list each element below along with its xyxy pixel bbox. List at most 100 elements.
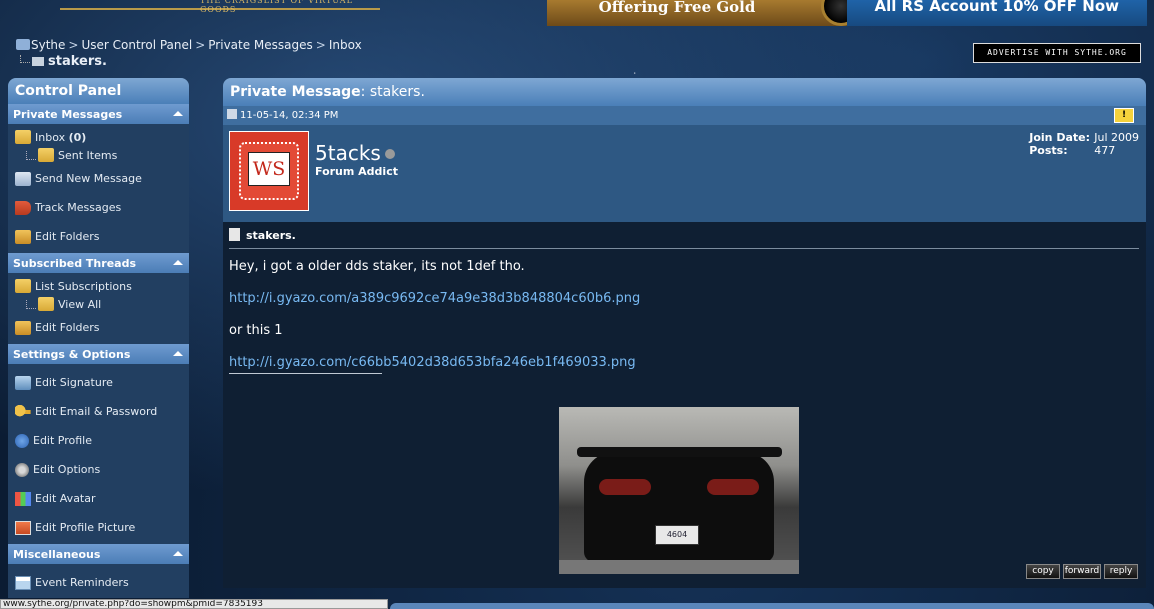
avatar-text: WS [248,152,290,186]
sidebar-item-list-subscriptions[interactable]: List Subscriptions [8,277,189,295]
send-new-label: Send New Message [35,172,142,185]
advertise-button[interactable]: ADVERTISE WITH SYTHE.ORG [973,43,1141,63]
join-date-value: Jul 2009 [1094,131,1139,144]
section-private-messages[interactable]: Private Messages [8,104,189,124]
sidebar-item-edit-profile-picture[interactable]: Edit Profile Picture [8,513,189,542]
post-title: stakers. [229,228,1139,249]
folder-icon [38,297,54,311]
sidebar-item-edit-profile[interactable]: Edit Profile [8,426,189,455]
section-settings-options[interactable]: Settings & Options [8,344,189,364]
avatar-grid-icon [15,491,31,506]
ad-rs-text: All RS Account 10% OFF Now [874,0,1119,15]
breadcrumb-inbox[interactable]: Inbox [329,38,362,52]
post-icon [227,109,237,119]
sidebar-item-send-new-message[interactable]: Send New Message [8,164,189,193]
section-subscribed-label: Subscribed Threads [13,257,136,270]
sidebar-item-edit-sub-folders[interactable]: Edit Folders [8,313,189,342]
flag-icon [15,200,31,215]
sidebar-item-edit-signature[interactable]: Edit Signature [8,368,189,397]
folder-icon [32,57,44,66]
car-spoiler [577,447,782,457]
sidebar-item-sent-items[interactable]: Sent Items [8,146,189,164]
section-private-messages-label: Private Messages [13,108,123,121]
collapse-icon[interactable] [173,551,183,556]
private-message-panel: Private Message: stakers. 11-05-14, 02:3… [223,78,1146,588]
section-subscribed-threads[interactable]: Subscribed Threads [8,253,189,273]
section-miscellaneous[interactable]: Miscellaneous [8,544,189,564]
edit-profile-picture-label: Edit Profile Picture [35,521,136,534]
sidebar-item-edit-options[interactable]: Edit Options [8,455,189,484]
tree-line-icon [26,150,36,160]
key-icon [15,404,31,419]
warning-icon[interactable]: ! [1114,108,1134,123]
edit-folder-icon [15,320,31,335]
event-reminders-label: Event Reminders [35,576,129,589]
sidebar-item-track-messages[interactable]: Track Messages [8,193,189,222]
ad-gold-text: Offering Free Gold [598,0,756,16]
join-date-label: Join Date: [1029,131,1090,144]
folder-open-icon [15,130,31,144]
car-taillight [599,479,651,495]
section-misc-label: Miscellaneous [13,548,101,561]
sidebar-item-inbox[interactable]: Inbox (0) [8,128,189,146]
inbox-count: (0) [68,130,87,144]
sidebar-item-edit-avatar[interactable]: Edit Avatar [8,484,189,513]
signature-divider [229,373,382,374]
edit-folder-icon [15,229,31,244]
home-icon [16,39,30,50]
sidebar-item-event-reminders[interactable]: Event Reminders [8,568,189,597]
user-stats: Join Date: Jul 2009 Posts: 477 [1029,131,1139,157]
signature-image: 4604 [559,407,799,574]
message-link-1[interactable]: http://i.gyazo.com/a389c9692ce74a9e38d3b… [229,291,640,306]
site-logo-strip[interactable]: THE CRAIGSLIST OF VIRTUAL GOODS [60,0,380,14]
sidebar-item-edit-folders[interactable]: Edit Folders [8,222,189,251]
edit-sub-folders-label: Edit Folders [35,321,100,334]
offline-status-icon [384,149,395,159]
copy-button[interactable]: copy [1026,564,1060,579]
username[interactable]: 5tacks [315,141,395,165]
username-label: 5tacks [315,141,381,165]
tree-line-icon [20,55,30,63]
site-tagline: THE CRAIGSLIST OF VIRTUAL GOODS [200,0,353,14]
user-info: WS 5tacks Forum Addict Join Date: Jul 200… [223,125,1146,222]
message-line-2: or this 1 [229,323,283,338]
breadcrumb-sythe[interactable]: Sythe [31,38,65,52]
next-panel-top [390,603,1154,609]
reply-button[interactable]: reply [1104,564,1138,579]
ad-banner-rs[interactable]: All RS Account 10% OFF Now [847,0,1147,26]
post-body: stakers. Hey, i got a older dds staker, … [223,222,1146,588]
breadcrumb-private-messages[interactable]: Private Messages [208,38,313,52]
forward-button[interactable]: forward [1063,564,1101,579]
section-settings-label: Settings & Options [13,348,131,361]
breadcrumb-current: stakers. [20,54,107,69]
message-link-2[interactable]: http://i.gyazo.com/c66bb5402d38d653bfa24… [229,355,636,370]
folder-open-icon [15,279,31,293]
folder-icon [38,148,54,162]
collapse-icon[interactable] [173,260,183,265]
license-plate: 4604 [655,525,699,545]
post-date-bar: 11-05-14, 02:34 PM ! [223,106,1146,125]
posts-value: 477 [1094,144,1116,157]
edit-profile-label: Edit Profile [33,434,93,447]
post-title-text: stakers. [246,229,296,242]
picture-icon [15,520,31,535]
breadcrumb-user-control-panel[interactable]: User Control Panel [81,38,192,52]
edit-folders-label: Edit Folders [35,230,100,243]
view-all-label: View All [58,297,102,311]
avatar[interactable]: WS [229,131,309,211]
post-date: 11-05-14, 02:34 PM [240,110,339,121]
panel-title-label: Private Message [230,84,361,100]
breadcrumb: Sythe > User Control Panel > Private Message… [16,38,362,52]
inbox-label: Inbox [35,130,66,144]
new-message-icon [15,171,31,186]
sidebar-item-view-all[interactable]: View All [8,295,189,313]
sidebar-item-edit-email-password[interactable]: Edit Email & Password [8,397,189,426]
ad-banner-gold[interactable]: Offering Free Gold [547,0,861,26]
collapse-icon[interactable] [173,111,183,116]
browser-status-bar: www.sythe.org/private.php?do=showpm&pmid… [0,599,388,609]
calendar-icon [15,575,31,590]
car-body [584,452,774,562]
collapse-icon[interactable] [173,351,183,356]
edit-options-label: Edit Options [33,463,101,476]
posts-label: Posts: [1029,144,1068,157]
